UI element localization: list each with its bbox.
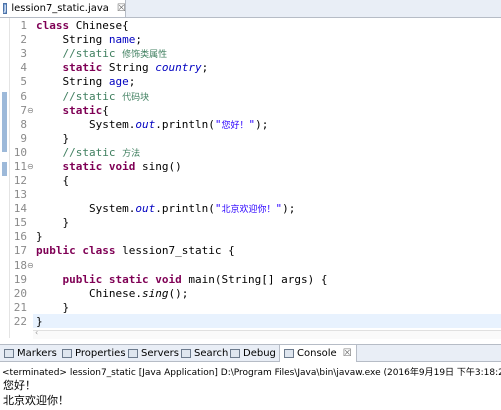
code-line-21: } [36,315,43,328]
editor-tab-title: lession7_static.java [11,3,109,14]
code-line-14: } [62,216,70,229]
line-number: 2 [20,33,27,46]
line-number: 12 [13,174,27,187]
tab-debug-label: Debug [243,347,276,359]
line-number: 18 [13,259,27,272]
code-line-1: class Chinese{ [36,19,129,32]
markers-icon [4,348,14,358]
tab-debug[interactable]: Debug [230,345,276,361]
line-number: 16 [13,230,27,243]
ruler-mark [2,92,7,152]
line-number: 15 [13,216,27,229]
code-line-10: //static 方法 [62,146,141,159]
scroll-left-icon[interactable]: ‹ [35,328,38,337]
code-line-12: { [62,174,70,187]
fold-collapse-icon[interactable]: ⊖ [27,261,34,270]
code-line-13: System.out.println("北京欢迎你！"); [88,202,296,215]
code-line-5: String age; [62,75,136,88]
line-number: 3 [20,47,27,60]
line-number: 1 [20,19,27,32]
tab-servers[interactable]: Servers [128,345,179,361]
console-output-line: 北京欢迎你！ [3,394,69,407]
code-line-18: public static void main(String[] args) { [62,273,328,286]
close-tab-icon[interactable]: ☒ [117,3,126,14]
code-line-20: } [62,301,70,314]
line-number: 22 [13,315,27,328]
console-output-line: 您好！ [3,379,36,392]
line-number: 5 [20,75,27,88]
code-line-16: public class lession7_static { [36,244,235,257]
line-number: 21 [13,301,27,314]
tab-markers-label: Markers [17,347,57,359]
line-number: 7 [20,104,27,117]
line-number: 11 [13,160,27,173]
line-number: 4 [20,61,27,74]
servers-icon [128,348,138,358]
ruler-mark [2,162,7,176]
tab-search-label: Search [194,347,229,359]
line-number: 17 [13,244,27,257]
tab-console[interactable]: Console ☒ [279,345,357,362]
code-line-4: static String country; [62,61,209,74]
close-console-icon[interactable]: ☒ [343,348,352,359]
fold-collapse-icon[interactable]: ⊖ [27,162,34,171]
code-line-2: String name; [62,33,143,46]
code-line-11: static void sing() [62,160,182,173]
line-number: 20 [13,287,27,300]
console-view[interactable]: <terminated> lession7_static [Java Appli… [0,362,501,410]
current-line-highlight [33,314,501,328]
line-number: 14 [13,202,27,215]
code-line-9: } [62,132,70,145]
bottom-panel-tabs: Markers Properties Servers Search Debug … [0,344,501,362]
line-number: 19 [13,273,27,286]
search-icon [181,348,191,358]
code-line-3: //static 修饰类属性 [62,47,168,60]
tab-search[interactable]: Search [181,345,228,361]
editor-tab-lession7-static[interactable]: J lession7_static.java ☒ [0,0,126,17]
line-number: 10 [13,146,27,159]
fold-collapse-icon[interactable]: ⊖ [27,106,34,115]
tab-servers-label: Servers [141,347,180,359]
code-line-7: static{ [62,104,109,117]
code-line-15: } [36,230,43,243]
line-number: 6 [20,90,27,103]
debug-icon [230,348,240,358]
code-line-6: //static 代码块 [62,90,150,103]
line-number: 8 [20,118,27,131]
console-icon [284,349,294,358]
properties-icon [62,348,72,358]
code-line-19: Chinese.sing(); [88,287,189,300]
tab-properties[interactable]: Properties [62,345,126,361]
line-number: 13 [13,188,27,201]
code-line-8: System.out.println("您好！"); [88,118,269,131]
editor-tab-bar: J lession7_static.java ☒ [0,0,501,18]
line-number: 9 [20,132,27,145]
horizontal-scrollbar[interactable]: ‹ [33,328,501,339]
tab-markers[interactable]: Markers [4,345,57,361]
java-file-icon: J [3,3,8,14]
tab-properties-label: Properties [75,347,126,359]
console-terminated-label: <terminated> lession7_static [Java Appli… [2,368,501,378]
overview-ruler [0,18,10,338]
code-editor[interactable]: 1 2 3 4 5 6 7 8 9 10 11 12 13 14 15 16 1… [0,18,501,339]
tab-console-label: Console [297,348,337,359]
